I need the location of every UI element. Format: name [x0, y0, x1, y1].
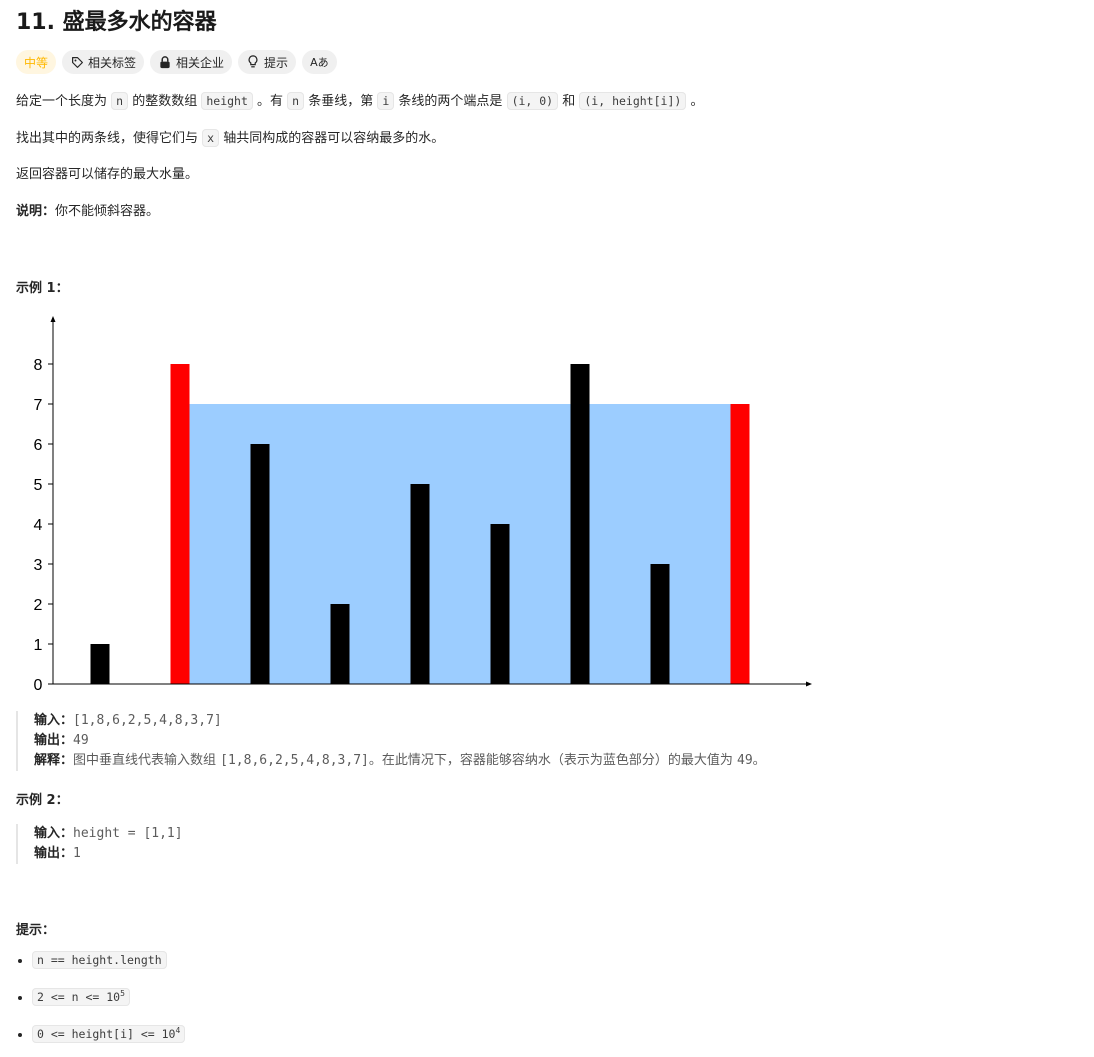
related-companies-label: 相关企业: [176, 55, 225, 70]
related-tags-label: 相关标签: [88, 55, 137, 70]
y-tick-label: 7: [34, 397, 43, 414]
explain-label: 解释：: [34, 753, 74, 768]
water-area: [189, 404, 731, 684]
code-n: n: [287, 92, 305, 110]
problem-title: 11. 盛最多水的容器: [16, 10, 217, 35]
code-x: x: [202, 129, 220, 147]
description-p2: 找出其中的两条线，使得它们与 x 轴共同构成的容器可以容纳最多的水。: [16, 129, 444, 148]
tag-bar: 中等 相关标签 相关企业 提示 Aあ: [16, 50, 337, 74]
note-text: 你不能倾斜容器。: [55, 204, 160, 219]
description-p3: 返回容器可以储存的最大水量。: [16, 167, 199, 182]
tag-icon: [70, 55, 84, 69]
example-1-heading: 示例 1：: [16, 281, 69, 296]
example-2-input: 输入：height = [1,1]: [34, 824, 183, 844]
description-note: 说明：你不能倾斜容器。: [16, 203, 159, 221]
output-value: 49: [73, 733, 89, 748]
height-bar: [490, 524, 510, 684]
example-1-output: 输出：49: [34, 731, 766, 751]
hint-button[interactable]: 提示: [238, 50, 297, 74]
example-2-heading: 示例 2：: [16, 793, 69, 808]
example-2-output: 输出：1: [34, 844, 183, 864]
y-tick-label: 6: [34, 437, 43, 454]
hint-item: 2 <= n <= 105: [32, 983, 185, 1008]
code-height: height: [201, 92, 253, 110]
explain-code: [1,8,6,2,5,4,8,3,7]: [220, 753, 369, 768]
output-label: 输出：: [34, 846, 74, 861]
height-bar: [330, 604, 350, 684]
code-point-start: (i, 0): [506, 92, 559, 110]
hint-item: n == height.length: [32, 950, 185, 971]
input-label: 输入：: [34, 826, 74, 841]
container-wall-bar: [730, 404, 750, 684]
text: 。: [686, 94, 704, 109]
difficulty-label: 中等: [24, 55, 49, 70]
text: 给定一个长度为: [16, 94, 112, 109]
hint-exponent: 5: [120, 989, 125, 998]
code-point-end: (i, height[i]): [579, 92, 687, 110]
example-2-block: 输入：height = [1,1] 输出：1: [16, 824, 183, 864]
height-bar: [570, 364, 590, 684]
container-water-chart: 0 1 2 3 4 5 6 7 8: [34, 316, 812, 694]
related-companies-button[interactable]: 相关企业: [150, 50, 233, 74]
y-tick-label: 2: [34, 597, 43, 614]
y-axis-arrow: [50, 316, 56, 322]
explain-text: 图中垂直线代表输入数组: [73, 753, 221, 768]
height-bar: [250, 444, 270, 684]
hints-heading: 提示：: [16, 923, 56, 938]
output-label: 输出：: [34, 733, 74, 748]
text: 。有: [252, 94, 288, 109]
translate-icon: Aあ: [310, 56, 329, 69]
y-tick-label: 0: [34, 677, 43, 694]
height-bar: [90, 644, 110, 684]
example-1-input: 输入：[1,8,6,2,5,4,8,3,7]: [34, 711, 766, 731]
explain-code: 49: [737, 753, 753, 768]
height-bar: [650, 564, 670, 684]
input-value: [1,8,6,2,5,4,8,3,7]: [73, 713, 222, 728]
lightbulb-icon: [246, 55, 260, 69]
related-tags-button[interactable]: 相关标签: [62, 50, 145, 74]
hints-list: n == height.length 2 <= n <= 105 0 <= he…: [16, 950, 186, 1057]
text: 找出其中的两条线，使得它们与: [16, 131, 203, 146]
hint-exponent: 4: [175, 1025, 181, 1035]
text: 的整数数组: [128, 94, 202, 109]
y-tick-label: 8: [34, 357, 43, 374]
hint-item: 0 <= height[i] <= 104: [32, 1020, 186, 1045]
difficulty-badge[interactable]: 中等: [16, 50, 57, 74]
hint-code: 2 <= n <= 10: [37, 989, 121, 1004]
height-bar: [410, 484, 430, 684]
hint-code: 0 <= height[i] <= 10: [37, 1026, 176, 1041]
code-i: i: [377, 92, 395, 110]
text: 条线的两个端点是: [394, 94, 507, 109]
x-axis-arrow: [806, 681, 812, 687]
text: 轴共同构成的容器可以容纳最多的水。: [219, 131, 445, 146]
y-tick-label: 1: [34, 637, 43, 654]
translate-button[interactable]: Aあ: [302, 50, 337, 74]
example-1-explanation: 解释：图中垂直线代表输入数组 [1,8,6,2,5,4,8,3,7]。在此情况下…: [34, 751, 766, 771]
y-tick-label: 4: [34, 517, 43, 534]
lock-icon: [158, 55, 172, 69]
example-1-block: 输入：[1,8,6,2,5,4,8,3,7] 输出：49 解释：图中垂直线代表输…: [16, 711, 766, 771]
hint-code: n == height.length: [32, 951, 167, 969]
note-label: 说明：: [16, 204, 56, 219]
text: 和: [558, 94, 580, 109]
input-label: 输入：: [34, 713, 74, 728]
y-tick-label: 5: [34, 477, 43, 494]
hint-label: 提示: [264, 55, 289, 70]
description-p1: 给定一个长度为 n 的整数数组 height 。有 n 条垂线，第 i 条线的两…: [16, 92, 703, 111]
output-value: 1: [73, 846, 81, 861]
code-n: n: [111, 92, 129, 110]
explain-text: 。: [752, 753, 766, 768]
text: 条垂线，第: [304, 94, 378, 109]
input-value: height = [1,1]: [73, 826, 183, 841]
y-tick-label: 3: [34, 557, 43, 574]
container-wall-bar: [170, 364, 190, 684]
explain-text: 。在此情况下，容器能够容纳水（表示为蓝色部分）的最大值为: [368, 753, 738, 768]
